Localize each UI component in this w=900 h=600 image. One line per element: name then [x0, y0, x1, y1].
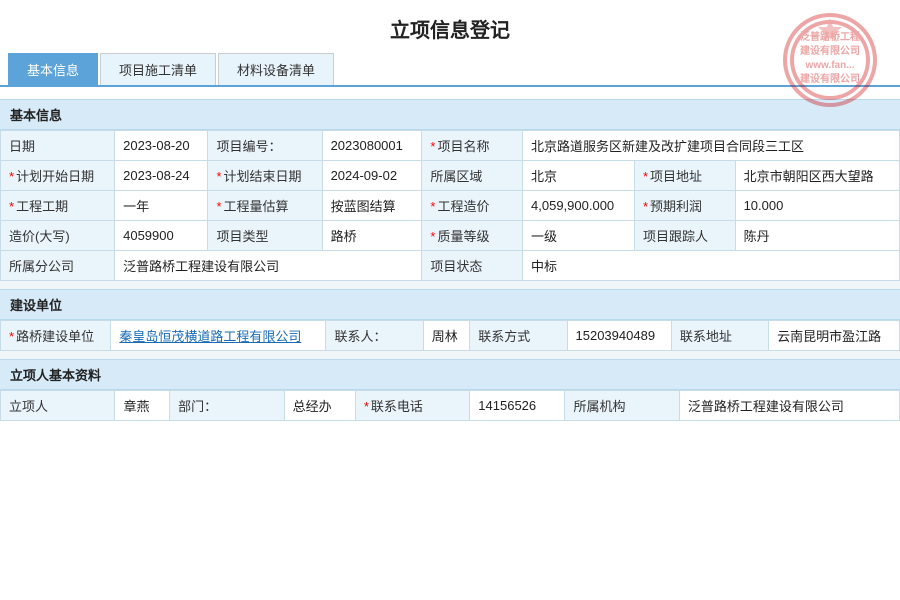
- value-region: 北京: [523, 161, 635, 191]
- label-project-no: 项目编号：: [208, 131, 322, 161]
- table-row: 所属分公司 泛普路桥工程建设有限公司 项目状态 中标: [1, 251, 900, 281]
- basic-info-table: 日期 2023-08-20 项目编号： 2023080001 *项目名称 北京路…: [0, 130, 900, 281]
- value-address: 北京市朝阳区西大望路: [735, 161, 899, 191]
- value-org: 泛普路桥工程建设有限公司: [679, 391, 899, 421]
- label-region: 所属区域: [422, 161, 523, 191]
- label-cost: *工程造价: [422, 191, 523, 221]
- applicant-info-table: 立项人 章燕 部门： 总经办 *联系电话 14156526 所属机构 泛普路桥工…: [0, 390, 900, 421]
- value-contact-address: 云南昆明市盈江路: [769, 321, 900, 351]
- label-address: *项目地址: [634, 161, 735, 191]
- table-row: 造价(大写) 4059900 项目类型 路桥 *质量等级 一级 项目跟踪人 陈丹: [1, 221, 900, 251]
- label-end-date: *计划结束日期: [208, 161, 322, 191]
- table-row: 立项人 章燕 部门： 总经办 *联系电话 14156526 所属机构 泛普路桥工…: [1, 391, 900, 421]
- tab-materials-list[interactable]: 材料设备清单: [218, 53, 334, 85]
- value-applicant: 章燕: [115, 391, 170, 421]
- value-end-date: 2024-09-02: [322, 161, 422, 191]
- label-department: 部门：: [170, 391, 284, 421]
- label-phone: *联系电话: [355, 391, 469, 421]
- applicant-info-header: 立项人基本资料: [0, 359, 900, 390]
- label-profit: *预期利润: [634, 191, 735, 221]
- value-estimate: 按蓝图结算: [322, 191, 422, 221]
- value-cost-cn: 4059900: [115, 221, 208, 251]
- value-project-name: 北京路道服务区新建及改扩建项目合同段三工区: [523, 131, 900, 161]
- tab-construction-list[interactable]: 项目施工清单: [100, 53, 216, 85]
- table-row: *路桥建设单位 秦皇岛恒茂横道路工程有限公司 联系人： 周林 联系方式 1520…: [1, 321, 900, 351]
- value-cost: 4,059,900.000: [523, 191, 635, 221]
- value-company: 泛普路桥工程建设有限公司: [115, 251, 422, 281]
- label-org: 所属机构: [565, 391, 679, 421]
- value-project-no: 2023080001: [322, 131, 422, 161]
- label-company: 所属分公司: [1, 251, 115, 281]
- value-status: 中标: [523, 251, 900, 281]
- label-project-type: 项目类型: [208, 221, 322, 251]
- label-road-bridge-unit: *路桥建设单位: [1, 321, 111, 351]
- table-row: *计划开始日期 2023-08-24 *计划结束日期 2024-09-02 所属…: [1, 161, 900, 191]
- label-status: 项目状态: [422, 251, 523, 281]
- tab-bar: 基本信息 项目施工清单 材料设备清单: [0, 53, 900, 87]
- construction-unit-header: 建设单位: [0, 289, 900, 320]
- value-tracker: 陈丹: [735, 221, 899, 251]
- value-phone: 14156526: [470, 391, 565, 421]
- value-contact-method: 15203940489: [567, 321, 671, 351]
- label-contact-person: 联系人：: [326, 321, 423, 351]
- value-date: 2023-08-20: [115, 131, 208, 161]
- page-title: 立项信息登记: [0, 0, 900, 53]
- basic-info-header: 基本信息: [0, 99, 900, 130]
- value-project-type: 路桥: [322, 221, 422, 251]
- value-quality: 一级: [523, 221, 635, 251]
- label-contact-address: 联系地址: [671, 321, 768, 351]
- label-project-name: *项目名称: [422, 131, 523, 161]
- label-applicant: 立项人: [1, 391, 115, 421]
- value-contact-person: 周林: [423, 321, 469, 351]
- value-duration: 一年: [115, 191, 208, 221]
- construction-unit-table: *路桥建设单位 秦皇岛恒茂横道路工程有限公司 联系人： 周林 联系方式 1520…: [0, 320, 900, 351]
- label-contact-method: 联系方式: [470, 321, 567, 351]
- value-road-bridge-unit[interactable]: 秦皇岛恒茂横道路工程有限公司: [111, 321, 326, 351]
- value-profit: 10.000: [735, 191, 899, 221]
- value-department: 总经办: [284, 391, 355, 421]
- label-date: 日期: [1, 131, 115, 161]
- label-start-date: *计划开始日期: [1, 161, 115, 191]
- label-estimate: *工程量估算: [208, 191, 322, 221]
- value-start-date: 2023-08-24: [115, 161, 208, 191]
- label-cost-cn: 造价(大写): [1, 221, 115, 251]
- label-tracker: 项目跟踪人: [634, 221, 735, 251]
- table-row: *工程工期 一年 *工程量估算 按蓝图结算 *工程造价 4,059,900.00…: [1, 191, 900, 221]
- table-row: 日期 2023-08-20 项目编号： 2023080001 *项目名称 北京路…: [1, 131, 900, 161]
- label-duration: *工程工期: [1, 191, 115, 221]
- label-quality: *质量等级: [422, 221, 523, 251]
- tab-basic-info[interactable]: 基本信息: [8, 53, 98, 85]
